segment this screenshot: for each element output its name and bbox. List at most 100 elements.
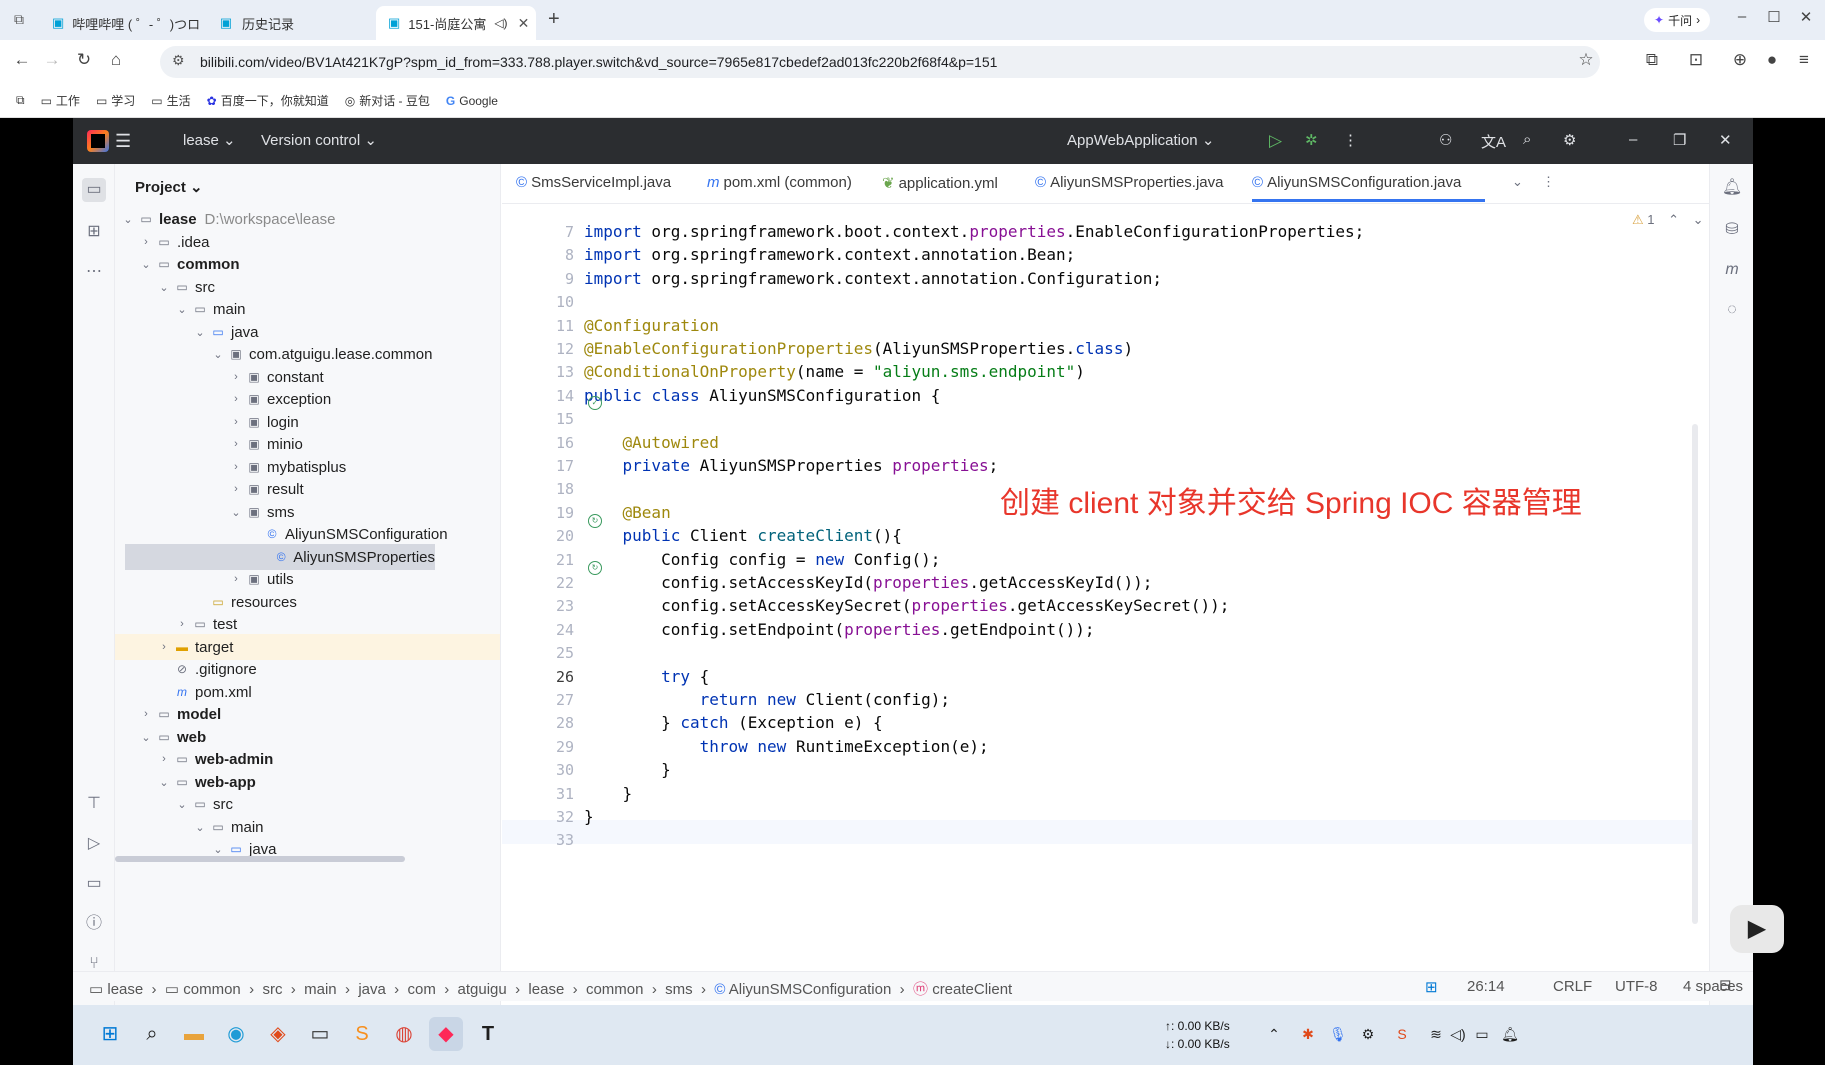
code-line[interactable]: } xyxy=(584,782,633,806)
terminal-app-icon[interactable]: ▭ xyxy=(303,1017,337,1051)
intellij-taskbar-icon[interactable]: ◆ xyxy=(429,1017,463,1051)
start-menu-icon[interactable]: ⊞ xyxy=(93,1017,127,1051)
code-line[interactable]: return new Client(config); xyxy=(584,688,950,712)
breadcrumb-item[interactable]: createClient xyxy=(932,981,1012,998)
forward-icon[interactable]: → xyxy=(40,50,64,70)
code-line[interactable]: public Client createClient(){ xyxy=(584,524,902,548)
code-line[interactable]: import org.springframework.context.annot… xyxy=(584,243,1075,267)
horizontal-scrollbar[interactable] xyxy=(115,856,405,862)
breadcrumb-item[interactable]: lease xyxy=(528,981,564,998)
previous-highlight-icon[interactable]: ⌃ xyxy=(1668,212,1679,227)
menu-icon[interactable]: ≡ xyxy=(1792,50,1816,70)
bookmark-google[interactable]: G Google xyxy=(446,94,498,108)
profile-avatar[interactable]: ● xyxy=(1760,50,1784,70)
show-hidden-icons[interactable]: ⌃ xyxy=(1257,1017,1291,1051)
settings-gear-icon[interactable]: ⚙ xyxy=(1563,131,1576,149)
bean-method-gutter-icon[interactable]: ↻ xyxy=(588,561,602,575)
project-folder-icon[interactable]: ▭ xyxy=(82,178,106,202)
run-config-selector[interactable]: AppWebApplication ⌄ xyxy=(1067,131,1214,149)
build-hammer-icon[interactable]: ⊤ xyxy=(82,792,106,816)
code-line[interactable]: config.setAccessKeyId(properties.getAcce… xyxy=(584,571,1152,595)
breadcrumb-item[interactable]: common xyxy=(183,981,241,998)
tab-actions-icon[interactable]: ⧉ xyxy=(14,11,24,28)
close-window-button[interactable]: ✕ xyxy=(1794,8,1818,26)
code-line[interactable]: try { xyxy=(584,665,709,689)
typora-icon[interactable]: T xyxy=(471,1017,505,1051)
new-tab-button[interactable]: + xyxy=(548,8,560,31)
bookmark-folder-study[interactable]: ▭ 学习 xyxy=(96,92,135,109)
minimize-window-button[interactable]: – xyxy=(1730,8,1754,25)
notification-icon[interactable]: 🔔︎ xyxy=(1493,1017,1527,1051)
code-line[interactable]: @ConditionalOnProperty(name = "aliyun.sm… xyxy=(584,360,1085,384)
database-icon[interactable]: ⛁ xyxy=(1720,218,1744,242)
ide-minimize-button[interactable]: – xyxy=(1629,131,1637,148)
code-editor[interactable]: © SmsServiceImpl.java m pom.xml (common) ❦… xyxy=(502,164,1709,1006)
microphone-icon[interactable]: 🎙︎ xyxy=(1321,1017,1355,1051)
file-explorer-icon[interactable]: ▬ xyxy=(177,1017,211,1051)
edge-icon[interactable]: ◉ xyxy=(219,1017,253,1051)
code-line[interactable]: } xyxy=(584,758,671,782)
breadcrumb-item[interactable]: sms xyxy=(665,981,693,998)
browser-tab-1[interactable]: ▣ 哔哩哔哩 ( ゜- ゜)つロ xyxy=(40,6,200,40)
hamburger-menu-icon[interactable]: ☰ xyxy=(115,131,131,152)
code-line[interactable]: Config config = new Config(); xyxy=(584,548,940,572)
bookmark-doubao[interactable]: ◎ 新对话 - 豆包 xyxy=(345,92,430,109)
input-method-icon[interactable]: S xyxy=(1385,1017,1419,1051)
more-tools-icon[interactable]: ⋯ xyxy=(82,260,106,284)
extensions-icon[interactable]: ⧉ xyxy=(1640,50,1664,70)
read-only-lock-icon[interactable]: ⊟ xyxy=(1719,976,1732,994)
ai-assistant-button[interactable]: ✦ 千问 › xyxy=(1644,8,1711,32)
project-panel-title[interactable]: Project ⌄ xyxy=(135,178,203,196)
bean-gutter-icon[interactable]: ✓ xyxy=(588,396,602,410)
bookmark-folder-life[interactable]: ▭ 生活 xyxy=(151,92,190,109)
terminal-icon[interactable]: ▭ xyxy=(82,872,106,896)
indent-setting[interactable]: 4 spaces xyxy=(1683,978,1743,995)
browser-tab-2[interactable]: ▣ 历史记录 xyxy=(206,6,366,40)
breadcrumb-item[interactable]: common xyxy=(586,981,644,998)
code-line[interactable]: public class AliyunSMSConfiguration { xyxy=(584,384,940,408)
breadcrumb-item[interactable]: atguigu xyxy=(458,981,507,998)
code-line[interactable]: import org.springframework.context.annot… xyxy=(584,267,1162,291)
code-line[interactable]: config.setEndpoint(properties.getEndpoin… xyxy=(584,618,1094,642)
breadcrumb-item[interactable]: com xyxy=(408,981,436,998)
debug-icon[interactable]: ✲ xyxy=(1305,131,1318,149)
code-line[interactable]: config.setAccessKeySecret(properties.get… xyxy=(584,594,1229,618)
code-line[interactable]: } xyxy=(584,805,594,829)
breadcrumb-item[interactable]: main xyxy=(304,981,337,998)
reload-icon[interactable]: ↻ xyxy=(72,50,96,70)
code-line[interactable]: private AliyunSMSProperties properties; xyxy=(584,454,999,478)
run-icon[interactable]: ▷ xyxy=(1269,131,1282,151)
tray-app-icon[interactable]: ✱ xyxy=(1291,1017,1325,1051)
tab-overflow-icon[interactable]: ⌄ xyxy=(1512,174,1523,190)
breadcrumb-item[interactable]: AliyunSMSConfiguration xyxy=(729,981,892,998)
apps-icon[interactable]: ⧉ xyxy=(16,93,25,108)
gradle-icon[interactable]: ◌ xyxy=(1720,298,1744,322)
breadcrumb-item[interactable]: src xyxy=(262,981,282,998)
project-switcher[interactable]: lease ⌄ xyxy=(183,131,236,149)
next-highlight-icon[interactable]: ⌄ xyxy=(1693,212,1704,227)
more-actions-icon[interactable]: ⋮ xyxy=(1343,131,1358,149)
bookmark-star-icon[interactable]: ☆ xyxy=(1574,50,1598,70)
code-line[interactable]: } catch (Exception e) { xyxy=(584,711,883,735)
autowired-gutter-icon[interactable]: ↻ xyxy=(588,514,602,528)
inspection-widget[interactable]: ⚠ 1 ⌃ ⌄ xyxy=(1632,212,1704,228)
translate-icon[interactable]: 文A xyxy=(1481,131,1506,152)
vertical-scrollbar[interactable] xyxy=(1692,424,1698,924)
back-icon[interactable]: ← xyxy=(10,50,34,70)
maven-panel-icon[interactable]: m xyxy=(1720,258,1744,282)
maximize-window-button[interactable]: ☐ xyxy=(1762,8,1786,26)
address-bar[interactable]: bilibili.com/video/BV1At421K7gP?spm_id_f… xyxy=(160,46,1600,78)
bookmark-baidu[interactable]: ✿ 百度一下，你就知道 xyxy=(207,92,329,109)
tray-app-icon[interactable]: ⚙ xyxy=(1351,1017,1385,1051)
close-tab-icon[interactable]: ✕ xyxy=(518,15,530,32)
chrome-icon[interactable]: ◍ xyxy=(387,1017,421,1051)
search-icon[interactable]: ⌕ xyxy=(1523,131,1531,148)
code-line[interactable]: @Autowired xyxy=(584,431,719,455)
problems-icon[interactable]: ⓘ xyxy=(82,912,106,936)
vcs-menu[interactable]: Version control ⌄ xyxy=(261,131,377,149)
breadcrumb-item[interactable]: lease xyxy=(107,981,143,998)
editor-more-icon[interactable]: ⋮ xyxy=(1542,174,1555,190)
breadcrumb-item[interactable]: java xyxy=(358,981,386,998)
code-line[interactable]: @EnableConfigurationProperties(AliyunSMS… xyxy=(584,337,1133,361)
screenshot-icon[interactable]: ⊡ xyxy=(1684,50,1708,70)
